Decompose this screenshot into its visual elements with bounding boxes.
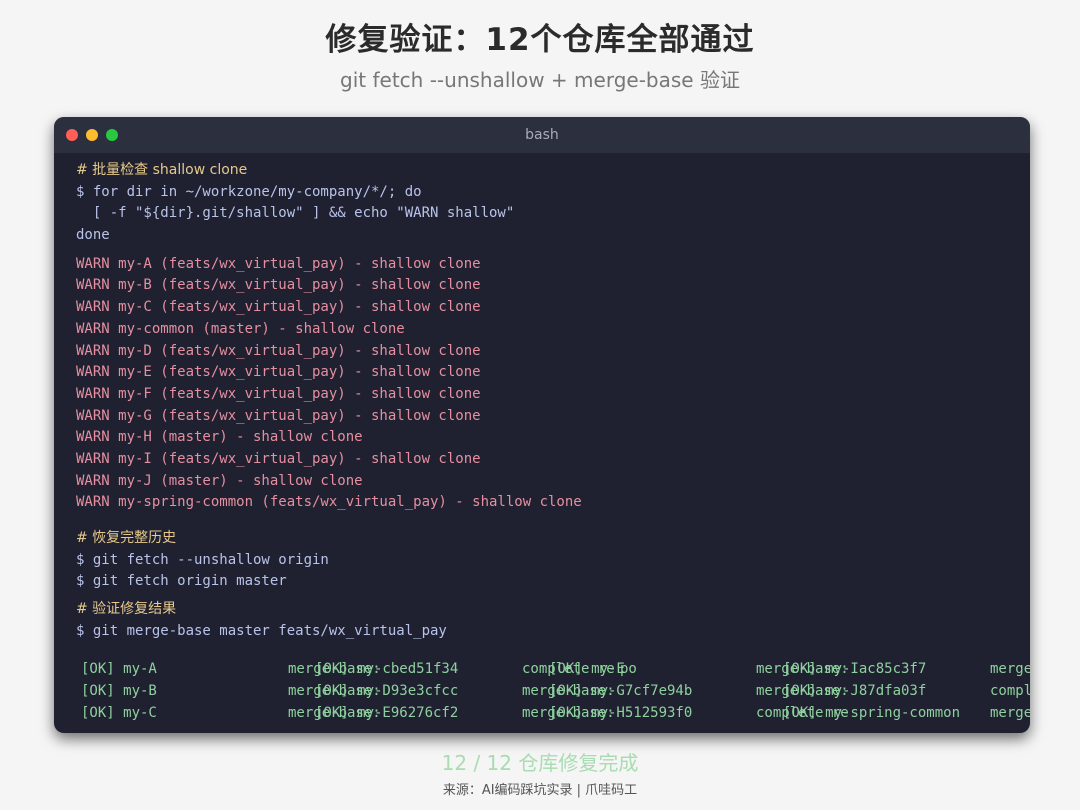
terminal-command: [ -f "${dir}.git/shallow" ] && echo "WAR… <box>76 205 515 222</box>
page-subtitle: git fetch --unshallow + merge-base 验证 <box>340 68 740 92</box>
terminal-window: bash # 批量检查 shallow clone $ for dir in ~… <box>54 117 1030 733</box>
page-title: 修复验证：12个仓库全部通过 <box>325 22 755 58</box>
ok-cell: [OK] my-spring-common <box>783 704 961 721</box>
warn-line: WARN my-C (feats/wx_virtual_pay) - shall… <box>76 299 481 316</box>
window-titlebar: bash <box>54 117 1030 153</box>
ok-cell: [OK] my-H512593f0 <box>549 704 693 721</box>
ok-cell: [OK] my-cbed51f34 <box>315 661 459 678</box>
terminal-command: $ for dir in ~/workzone/my-company/*/; d… <box>76 183 422 200</box>
ok-cell: [OK] my-A <box>81 661 157 678</box>
source-credit: 来源：AI编码踩坑实录 | 爪哇码工 <box>442 783 638 798</box>
terminal-comment: # 恢复完整历史 <box>76 530 177 546</box>
ok-cell: merge-base <box>990 661 1030 678</box>
terminal-command: $ git fetch --unshallow origin <box>76 551 329 568</box>
warn-line: WARN my-spring-common (feats/wx_virtual_… <box>76 494 582 511</box>
terminal-command: $ git fetch origin master <box>76 573 287 590</box>
terminal-command: done <box>76 227 110 244</box>
completion-status: 12 / 12 仓库修复完成 <box>441 751 639 775</box>
terminal-comment: # 批量检查 shallow clone <box>76 162 248 178</box>
ok-cell: [OK] my-Iac85c3f7 <box>783 661 927 678</box>
ok-cell: [OK] my-G7cf7e94b <box>549 683 693 700</box>
terminal-output[interactable]: # 批量检查 shallow clone $ for dir in ~/work… <box>76 160 1030 725</box>
terminal-comment: # 验证修复结果 <box>76 601 177 618</box>
warn-line: WARN my-A (feats/wx_virtual_pay) - shall… <box>76 255 481 272</box>
warn-line: WARN my-G (feats/wx_virtual_pay) - shall… <box>76 407 481 424</box>
warn-line: WARN my-I (feats/wx_virtual_pay) - shall… <box>76 450 481 467</box>
ok-row: [OK] my-C merge-base: [OK] my-E96276cf2 … <box>76 703 1030 725</box>
warn-line: WARN my-B (feats/wx_virtual_pay) - shall… <box>76 277 481 294</box>
ok-cell: [OK] my-C <box>81 704 157 721</box>
warn-line: WARN my-common (master) - shallow clone <box>76 320 405 337</box>
terminal-command: $ git merge-base master feats/wx_virtual… <box>76 622 447 639</box>
ok-cell: [OK] my-E96276cf2 <box>315 704 459 721</box>
ok-row: [OK] my-A merge-base: [OK] my-cbed51f34 … <box>76 659 1030 681</box>
ok-cell: [OK] my-B <box>81 683 157 700</box>
ok-cell: [OK] my-E <box>549 661 625 678</box>
window-title: bash <box>525 127 559 143</box>
ok-row: [OK] my-B merge-base: [OK] my-D93e3cfcc … <box>76 681 1030 703</box>
warn-line: WARN my-E (feats/wx_virtual_pay) - shall… <box>76 364 481 381</box>
warn-line: WARN my-D (feats/wx_virtual_pay) - shall… <box>76 342 481 359</box>
warn-line: WARN my-J (master) - shallow clone <box>76 472 363 489</box>
ok-cell: merge-base <box>990 704 1030 721</box>
ok-cell: po <box>620 661 637 678</box>
ok-cell: [OK] my-D93e3cfcc <box>315 683 459 700</box>
warn-line: WARN my-H (master) - shallow clone <box>76 429 363 446</box>
warn-line: WARN my-F (feats/wx_virtual_pay) - shall… <box>76 385 481 402</box>
ok-cell: [OK] my-J87dfa03f <box>783 683 927 700</box>
ok-cell: complete re <box>990 683 1030 700</box>
